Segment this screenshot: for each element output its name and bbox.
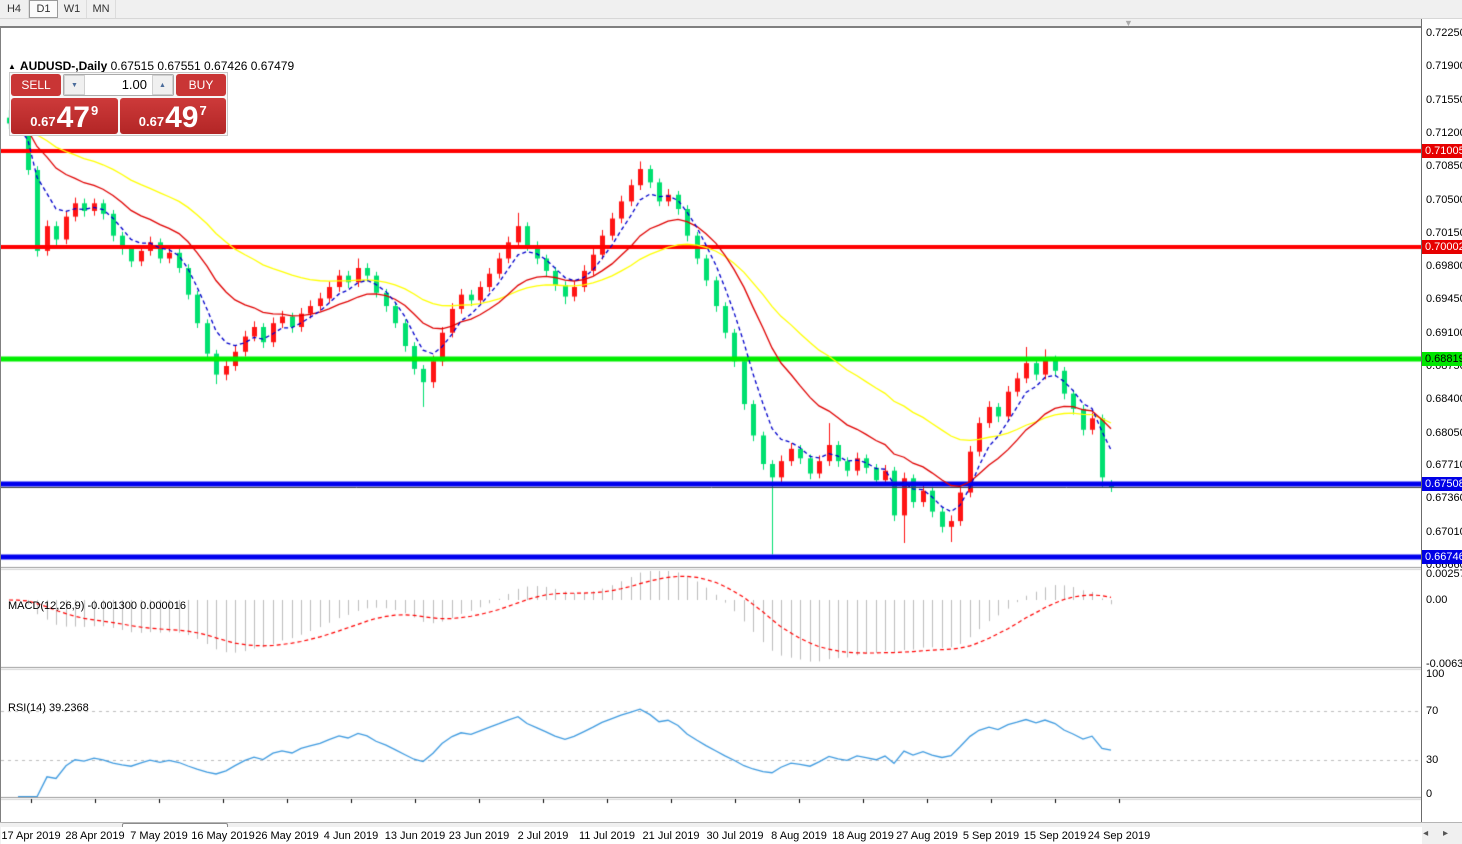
- price-axis-label: 0.69450: [1426, 293, 1462, 305]
- date-axis-label: 5 Sep 2019: [963, 830, 1019, 842]
- price-axis-label: 0.67360: [1426, 492, 1462, 504]
- price-level-badge: 0.66746: [1422, 550, 1462, 564]
- date-axis-label: 8 Aug 2019: [771, 830, 827, 842]
- timeframe-toolbar: H4D1W1MN: [0, 0, 1462, 19]
- symbol-header: ▲ AUDUSD-,Daily 0.67515 0.67551 0.67426 0…: [8, 59, 294, 73]
- price-axis-label: 0.72250: [1426, 27, 1462, 39]
- price-level-badge: 0.71005: [1422, 144, 1462, 158]
- buy-price-main: 49: [165, 104, 198, 132]
- one-click-trade-panel: SELL ▼ 1.00 ▲ BUY 0.67 47 9 0.67 49 7: [9, 72, 228, 136]
- price-level-badge: 0.70002: [1422, 240, 1462, 254]
- volume-decrease-button[interactable]: ▼: [64, 75, 85, 95]
- rsi-label: RSI(14) 39.2368: [8, 702, 89, 714]
- price-axis-label: 0.71550: [1426, 94, 1462, 106]
- chart-window-top-border: ▼: [0, 19, 1462, 28]
- date-axis: 17 Apr 2019 28 Apr 2019 7 May 2019 16 May 2…: [1, 827, 1422, 844]
- macd-values: -0.001300 0.000016: [87, 600, 185, 612]
- date-axis-label: 16 May 2019: [191, 830, 255, 842]
- price-axis-label: 0.67010: [1426, 526, 1462, 538]
- volume-increase-button[interactable]: ▲: [152, 75, 173, 95]
- timeframe-button-mn[interactable]: MN: [87, 0, 116, 18]
- rsi-value: 39.2368: [49, 702, 89, 714]
- rsi-axis-label: 0: [1426, 788, 1432, 800]
- price-axis-label: 0.69100: [1426, 327, 1462, 339]
- macd-axis-label: 0.00: [1426, 594, 1447, 606]
- date-axis-label: 11 Jul 2019: [579, 830, 635, 842]
- date-axis-label: 17 Apr 2019: [1, 830, 60, 842]
- date-axis-label: 24 Sep 2019: [1088, 830, 1150, 842]
- timeframe-button-h4[interactable]: H4: [0, 0, 29, 18]
- timeframe-button-d1[interactable]: D1: [29, 0, 58, 18]
- date-axis-label: 23 Jun 2019: [449, 830, 510, 842]
- buy-price-display[interactable]: 0.67 49 7: [120, 98, 227, 134]
- price-axis-label: 0.68400: [1426, 393, 1462, 405]
- chart-shift-marker-icon[interactable]: ▼: [1124, 19, 1133, 28]
- price-level-badge: 0.67508: [1422, 477, 1462, 491]
- price-axis-label: 0.71200: [1426, 127, 1462, 139]
- date-axis-label: 28 Apr 2019: [65, 830, 124, 842]
- rsi-axis-label: 30: [1426, 754, 1438, 766]
- price-axis-label: 0.70500: [1426, 194, 1462, 206]
- sell-price-pip: 9: [91, 103, 98, 118]
- date-axis-label: 7 May 2019: [130, 830, 187, 842]
- buy-price-prefix: 0.67: [139, 114, 164, 129]
- rsi-axis-label: 70: [1426, 705, 1438, 717]
- price-level-badge: 0.68819: [1422, 352, 1462, 366]
- date-axis-label: 18 Aug 2019: [832, 830, 894, 842]
- price-axis-label: 0.68050: [1426, 427, 1462, 439]
- date-axis-label: 27 Aug 2019: [896, 830, 958, 842]
- sell-button[interactable]: SELL: [11, 74, 61, 96]
- tab-scroll-arrows[interactable]: ◂ ▸: [1423, 828, 1462, 839]
- price-axis-label: 0.70850: [1426, 160, 1462, 172]
- volume-spinner: ▼ 1.00 ▲: [63, 74, 174, 96]
- date-axis-label: 15 Sep 2019: [1024, 830, 1086, 842]
- sell-price-main: 47: [57, 104, 90, 132]
- sell-price-prefix: 0.67: [30, 114, 55, 129]
- price-axis-label: 0.67710: [1426, 459, 1462, 471]
- date-axis-label: 30 Jul 2019: [707, 830, 764, 842]
- timeframe-button-w1[interactable]: W1: [58, 0, 87, 18]
- price-axis-label: 0.70150: [1426, 227, 1462, 239]
- macd-label: MACD(12,26,9) -0.001300 0.000016: [8, 600, 186, 612]
- macd-axis-label: 0.002574: [1426, 568, 1462, 580]
- rsi-axis-label: 100: [1426, 668, 1444, 680]
- trading-terminal: H4D1W1MN ▼ ▲ AUDUSD-,Daily 0.67515 0.6755…: [0, 0, 1462, 844]
- price-axis-label: 0.71900: [1426, 60, 1462, 72]
- date-axis-label: 26 May 2019: [255, 830, 319, 842]
- date-axis-label: 21 Jul 2019: [643, 830, 700, 842]
- price-axis-label: 0.69800: [1426, 260, 1462, 272]
- volume-value[interactable]: 1.00: [85, 75, 152, 95]
- sell-price-display[interactable]: 0.67 47 9: [11, 98, 118, 134]
- chart-area: ▲ AUDUSD-,Daily 0.67515 0.67551 0.67426 0…: [0, 28, 1421, 822]
- date-axis-label: 4 Jun 2019: [324, 830, 378, 842]
- price-chart-canvas[interactable]: [1, 28, 1422, 822]
- ohlc-values: 0.67515 0.67551 0.67426 0.67479: [111, 59, 295, 73]
- symbol-name: AUDUSD-,Daily: [20, 59, 107, 73]
- symbol-triangle-icon: ▲: [8, 62, 16, 71]
- buy-price-pip: 7: [199, 103, 206, 118]
- date-axis-label: 13 Jun 2019: [385, 830, 446, 842]
- buy-button[interactable]: BUY: [176, 74, 226, 96]
- price-axis: 0.72250 0.71900 0.71550 0.71200 0.70850 0.705…: [1421, 19, 1462, 822]
- date-axis-label: 2 Jul 2019: [518, 830, 569, 842]
